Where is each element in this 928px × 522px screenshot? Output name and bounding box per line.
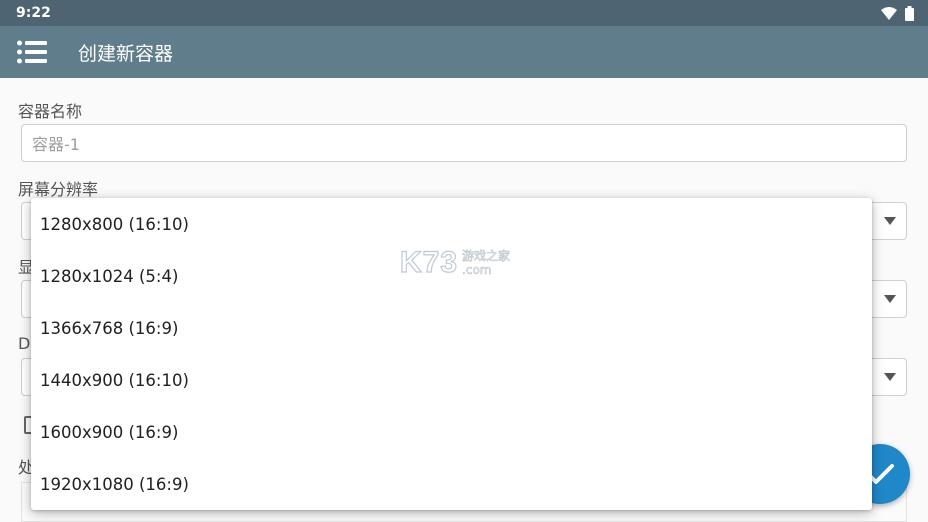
battery-icon — [905, 5, 914, 21]
menu-list-icon — [17, 40, 47, 64]
field-4-label: D — [18, 334, 31, 353]
watermark-domain: .com — [462, 263, 492, 278]
page-title: 创建新容器 — [78, 42, 174, 65]
dropdown-arrow-icon — [884, 295, 896, 303]
status-icons — [881, 5, 914, 21]
container-name-input[interactable]: 容器-1 — [21, 124, 907, 162]
watermark-cn: 游戏之家 — [462, 249, 511, 264]
wifi-icon — [881, 6, 897, 20]
dropdown-item-resolution[interactable]: 1280x800 (16:10) — [31, 198, 872, 250]
status-time: 9:22 — [16, 5, 51, 21]
app-bar: 创建新容器 — [0, 26, 928, 78]
watermark-logo: K73 游戏之家 .com — [399, 245, 511, 280]
dropdown-item-resolution[interactable]: 1440x900 (16:10) — [31, 354, 872, 406]
menu-button[interactable] — [0, 26, 64, 78]
resolution-dropdown-menu: 1280x800 (16:10) 1280x1024 (5:4) 1366x76… — [31, 198, 872, 510]
dropdown-item-resolution[interactable]: 1920x1080 (16:9) — [31, 458, 872, 510]
status-bar: 9:22 — [0, 0, 928, 26]
dropdown-item-resolution[interactable]: 1600x900 (16:9) — [31, 406, 872, 458]
resolution-label: 屏幕分辨率 — [18, 180, 99, 199]
container-name-placeholder: 容器-1 — [32, 135, 80, 154]
container-name-label: 容器名称 — [18, 102, 83, 121]
dropdown-arrow-icon — [884, 373, 896, 381]
dropdown-arrow-icon — [884, 217, 896, 225]
watermark-logo-text: K73 — [399, 245, 459, 279]
watermark-side: 游戏之家 .com — [462, 249, 511, 278]
dropdown-item-resolution[interactable]: 1366x768 (16:9) — [31, 302, 872, 354]
